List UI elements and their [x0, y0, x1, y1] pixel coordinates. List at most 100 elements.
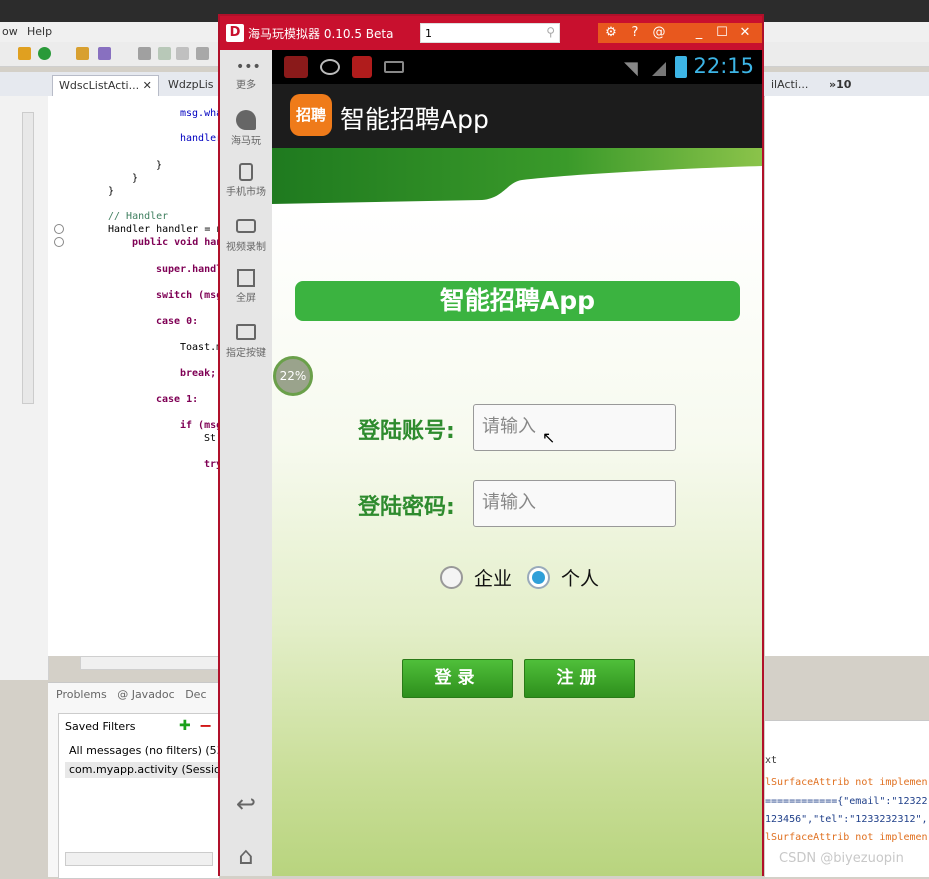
console-line: lSurfaceAttrib not implemen — [765, 832, 928, 843]
right-editor — [765, 96, 929, 656]
more-icon: ••• — [236, 59, 261, 75]
sidebar-item-label: 更多 — [236, 80, 256, 91]
fold-icon[interactable] — [54, 237, 64, 247]
code-line: case 1: — [156, 394, 199, 405]
code-line: } — [156, 160, 163, 171]
open-folder-icon[interactable] — [76, 47, 89, 60]
emulator-title: 海马玩模拟器 0.10.5 Beta — [248, 27, 394, 41]
console-header: xt — [765, 755, 778, 766]
account-field — [473, 404, 680, 451]
add-filter-icon[interactable]: ✚ — [179, 718, 191, 734]
code-line: msg.wha — [180, 108, 223, 119]
market-icon — [239, 163, 253, 181]
page-title: 智能招聘App — [295, 281, 740, 321]
search-input[interactable] — [421, 24, 541, 42]
code-line: Handler handler = n — [108, 224, 223, 235]
tab-wdzplist[interactable]: WdzpLis — [162, 75, 220, 95]
fold-icon[interactable] — [54, 224, 64, 234]
horizontal-scrollbar[interactable] — [65, 852, 213, 866]
sidebar-item-label: 视频录制 — [226, 242, 266, 253]
radio-company[interactable] — [440, 566, 463, 589]
sidebar-item-label: 全屏 — [236, 293, 256, 304]
code-line: } — [108, 186, 115, 197]
sidebar-item-fullscreen[interactable]: 全屏 — [220, 269, 272, 304]
status-time: 22:15 — [693, 54, 754, 78]
sidebar-item-more[interactable]: ••• 更多 — [220, 60, 272, 91]
settings-icon[interactable]: ⚙ — [600, 23, 622, 43]
code-editor[interactable]: msg.wha handler } } } // Handler Handler… — [48, 96, 222, 656]
remove-filter-icon[interactable]: − — [199, 716, 212, 735]
login-button[interactable]: 登录 — [402, 659, 513, 698]
back-icon[interactable]: ↩ — [220, 790, 272, 818]
search-icon[interactable]: ⚲ — [546, 25, 555, 39]
radio-company-label: 企业 — [474, 568, 513, 590]
video-record-icon — [236, 219, 256, 233]
tab-problems[interactable]: Problems — [56, 688, 107, 701]
sidebar-item-label: 手机市场 — [226, 187, 266, 198]
code-line: if (msg — [180, 420, 223, 431]
action-bar: 招聘 智能招聘App — [272, 84, 762, 148]
code-line: switch (msg — [156, 290, 223, 301]
tools-icon[interactable] — [98, 47, 111, 60]
haima-icon — [236, 110, 256, 130]
emulator-titlebar[interactable]: D 海马玩模拟器 0.10.5 Beta ⚲ ⚙ ? @ _ ☐ ✕ — [220, 16, 762, 50]
horizontal-scrollbar[interactable] — [80, 656, 220, 670]
watermark: CSDN @biyezuopin — [779, 851, 904, 866]
tab-wdsclistactivity[interactable]: WdscListActi... ✕ — [52, 75, 159, 96]
menu-help[interactable]: Help — [27, 25, 52, 38]
close-icon[interactable]: ✕ — [143, 79, 152, 92]
maximize-icon[interactable]: ☐ — [711, 23, 733, 43]
vertical-scrollbar[interactable] — [22, 112, 34, 404]
edit-icon[interactable] — [158, 47, 171, 60]
logcat-panel: Problems @ Javadoc Dec Saved Filters ✚ −… — [48, 682, 238, 879]
package-explorer-edge — [0, 96, 64, 680]
console-line: ============{"email":"12322 — [765, 796, 928, 807]
close-icon[interactable]: ✕ — [734, 23, 756, 43]
title-controls: ⚙ ? @ _ ☐ ✕ — [598, 23, 762, 43]
menu-window[interactable]: ow — [2, 25, 18, 38]
password-input[interactable] — [474, 481, 680, 524]
account-input[interactable] — [474, 405, 680, 448]
code-line: break; — [180, 368, 217, 379]
radio-personal[interactable] — [527, 566, 550, 589]
nav-icon[interactable] — [138, 47, 151, 60]
minimize-icon[interactable]: _ — [688, 23, 710, 43]
register-button[interactable]: 注册 — [524, 659, 635, 698]
sidebar-item-keymap[interactable]: 指定按键 — [220, 322, 272, 359]
tab-declaration[interactable]: Dec — [185, 688, 206, 701]
console-icon[interactable] — [176, 47, 189, 60]
home-icon[interactable]: ⌂ — [220, 842, 272, 870]
panel-icon[interactable] — [196, 47, 209, 60]
tab-overflow[interactable]: »10 — [823, 75, 857, 95]
mouse-cursor-icon: ↖ — [542, 428, 556, 447]
keymap-icon — [236, 324, 256, 340]
sidebar-item-label: 海马玩 — [231, 136, 261, 147]
signal-icon — [652, 62, 666, 76]
filter-item-selected[interactable]: com.myapp.activity (Session F — [65, 762, 219, 778]
code-line: public void han — [132, 237, 223, 248]
calendar-icon — [352, 56, 372, 78]
code-line: Toast.m — [180, 342, 223, 353]
build-icon[interactable] — [18, 47, 31, 60]
sidebar-item-haima[interactable]: 海马玩 — [220, 110, 272, 147]
emulator-window: D 海马玩模拟器 0.10.5 Beta ⚲ ⚙ ? @ _ ☐ ✕ ••• 更… — [218, 14, 764, 876]
sidebar-item-market[interactable]: 手机市场 — [220, 163, 272, 198]
radio-personal-label: 个人 — [561, 568, 600, 590]
emulator-sidebar: ••• 更多 海马玩 手机市场 视频录制 全屏 指定按键 ↩ ⌂ — [220, 50, 272, 876]
code-line: super.handl — [156, 264, 223, 275]
floating-progress-badge[interactable]: 22% — [273, 356, 313, 396]
refresh-icon[interactable] — [38, 47, 51, 60]
status-bar: ◥ 22:15 — [272, 50, 762, 84]
code-line: // Handler — [108, 211, 169, 222]
help-icon[interactable]: ? — [624, 23, 646, 43]
sidebar-item-video[interactable]: 视频录制 — [220, 216, 272, 253]
tab-detail-activity[interactable]: ilActi... — [765, 75, 814, 95]
password-label: 登陆密码: — [358, 495, 455, 520]
app-title: 智能招聘App — [340, 105, 489, 134]
keyboard-icon — [384, 61, 404, 73]
tab-javadoc[interactable]: @ Javadoc — [117, 688, 175, 701]
account-label: 登陆账号: — [358, 419, 455, 444]
at-icon[interactable]: @ — [648, 23, 670, 43]
code-line: handler — [180, 133, 223, 144]
filter-item[interactable]: All messages (no filters) (5380 — [69, 744, 238, 757]
